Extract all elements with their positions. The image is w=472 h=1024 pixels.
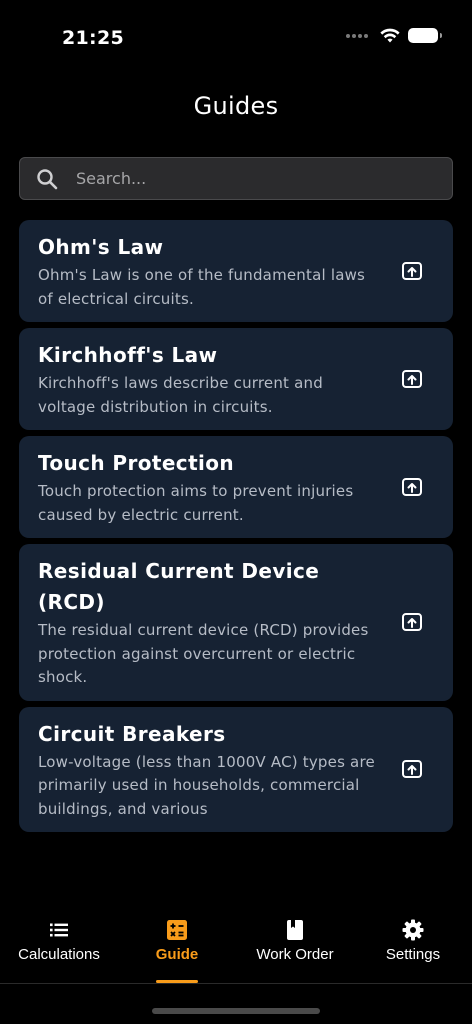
tab-settings[interactable]: Settings <box>354 905 472 985</box>
home-indicator <box>152 1008 320 1014</box>
guide-title: Kirchhoff's Law <box>38 343 218 367</box>
search-icon <box>37 168 58 189</box>
open-external-icon[interactable] <box>401 368 423 390</box>
battery-icon <box>408 28 442 43</box>
tab-label: Work Order <box>256 946 334 963</box>
page-title: Guides <box>193 92 279 120</box>
open-external-icon[interactable] <box>401 758 423 780</box>
guide-title: Residual Current Device (RCD) <box>38 559 320 614</box>
search-input[interactable] <box>76 169 406 188</box>
guide-card-circuit-breakers[interactable]: Circuit Breakers Low-voltage (less than … <box>19 706 453 832</box>
book-icon <box>287 920 303 940</box>
guide-description: Kirchhoff's laws describe current and vo… <box>38 374 323 416</box>
status-indicators <box>346 28 442 43</box>
list-icon <box>50 923 68 937</box>
tab-guide[interactable]: Guide <box>118 905 236 985</box>
guide-description: The residual current device (RCD) provid… <box>38 621 369 686</box>
guide-title: Circuit Breakers <box>38 721 226 746</box>
guide-card-rcd[interactable]: Residual Current Device (RCD) The residu… <box>19 544 453 701</box>
tab-label: Settings <box>385 946 441 963</box>
tab-label: Calculations <box>18 946 100 963</box>
guide-card-ohms-law[interactable]: Ohm's Law Ohm's Law is one of the fundam… <box>19 220 453 322</box>
guide-list: Ohm's Law Ohm's Law is one of the fundam… <box>19 220 453 838</box>
cellular-signal-icon <box>346 33 368 38</box>
tab-work-order[interactable]: Work Order <box>236 905 354 985</box>
open-external-icon[interactable] <box>401 611 423 633</box>
guide-card-touch-protection[interactable]: Touch Protection Touch protection aims t… <box>19 436 453 538</box>
status-bar: 21:25 <box>0 0 472 70</box>
guide-card-kirchhoffs-law[interactable]: Kirchhoff's Law Kirchhoff's laws describ… <box>19 328 453 430</box>
guide-description: Low-voltage (less than 1000V AC) types a… <box>38 752 375 818</box>
guide-title: Touch Protection <box>38 451 235 475</box>
guide-description: Ohm's Law is one of the fundamental laws… <box>38 266 366 308</box>
guide-title: Ohm's Law <box>38 235 164 259</box>
tab-calculations[interactable]: Calculations <box>0 905 118 985</box>
search-bar[interactable] <box>19 157 453 200</box>
guide-description: Touch protection aims to prevent injurie… <box>38 482 354 524</box>
calculator-icon <box>167 920 187 940</box>
wifi-icon <box>380 28 400 43</box>
open-external-icon[interactable] <box>401 476 423 498</box>
open-external-icon[interactable] <box>401 260 423 282</box>
tab-bar: Calculations Guide Work Order Settings <box>0 905 472 985</box>
status-time: 21:25 <box>62 27 124 49</box>
tab-bar-divider <box>0 983 472 984</box>
tab-label: Guide <box>155 946 199 963</box>
gear-icon <box>402 919 424 941</box>
